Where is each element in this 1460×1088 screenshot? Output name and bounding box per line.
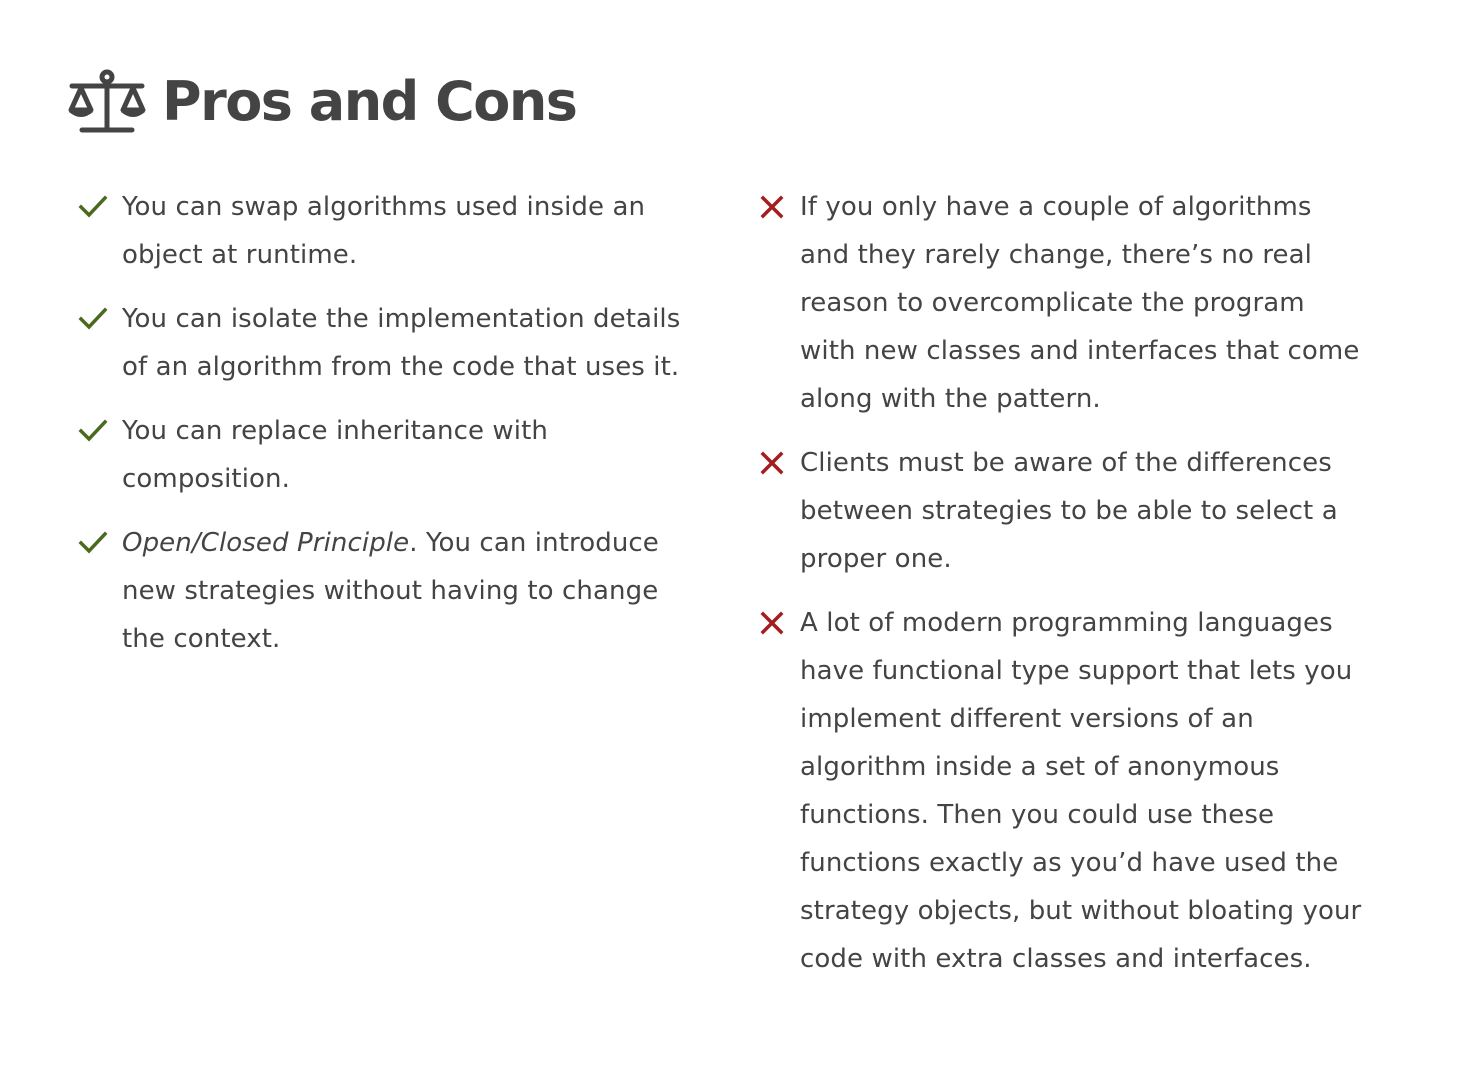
pros-list-item: You can replace inheritance with composi… [78, 407, 688, 503]
cross-icon [760, 451, 784, 475]
pros-item-text: You can swap algorithms used inside an o… [122, 192, 646, 270]
check-icon [78, 419, 108, 442]
check-icon [78, 307, 108, 330]
section-heading: Pros and Cons [66, 62, 578, 142]
cons-list: If you only have a couple of algorithms … [758, 183, 1368, 999]
check-icon [78, 195, 108, 218]
check-icon [78, 531, 108, 554]
balance-scale-icon [68, 69, 146, 133]
principle-emphasis: Open/Closed Principle [122, 528, 410, 558]
pros-item-text: You can isolate the implementation detai… [122, 304, 681, 382]
pros-list-item: Open/Closed Principle. You can introduce… [78, 519, 688, 663]
cons-list-item: If you only have a couple of algorithms … [758, 183, 1368, 423]
cross-icon [760, 195, 784, 219]
pros-list-item: You can isolate the implementation detai… [78, 295, 688, 391]
pros-list-item: You can swap algorithms used inside an o… [78, 183, 688, 279]
cons-item-text: If you only have a couple of algorithms … [800, 192, 1360, 414]
cross-icon [760, 611, 784, 635]
cons-item-text: A lot of modern programming languages ha… [800, 608, 1362, 974]
cons-item-text: Clients must be aware of the differences… [800, 448, 1338, 574]
cons-list-item: A lot of modern programming languages ha… [758, 599, 1368, 983]
pros-item-text: You can replace inheritance with composi… [122, 416, 548, 494]
cons-list-item: Clients must be aware of the differences… [758, 439, 1368, 583]
pros-list: You can swap algorithms used inside an o… [78, 183, 688, 679]
section-title: Pros and Cons [162, 70, 578, 133]
